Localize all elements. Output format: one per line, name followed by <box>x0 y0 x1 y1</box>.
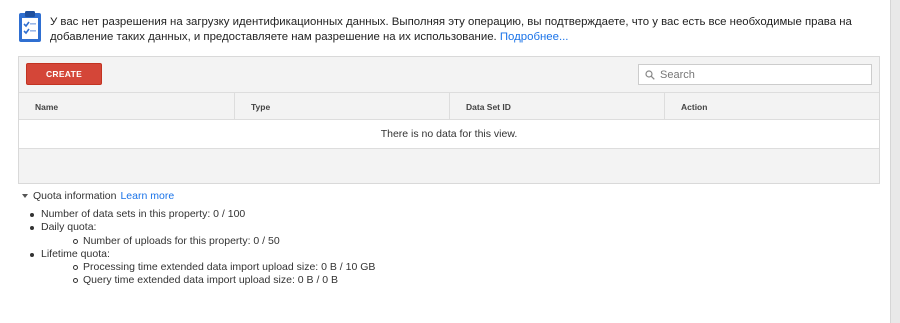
quota-header[interactable]: Quota information Learn more <box>22 189 174 203</box>
uploads-count: Number of uploads for this property: 0 /… <box>83 234 280 247</box>
create-button[interactable]: CREATE <box>26 63 102 85</box>
list-item: Number of data sets in this property: 0 … <box>30 208 375 221</box>
caret-down-icon[interactable] <box>22 194 28 198</box>
permission-notice: У вас нет разрешения на загрузку идентиф… <box>18 10 883 50</box>
clipboard-check-icon <box>19 11 41 42</box>
daily-quota-list: Number of uploads for this property: 0 /… <box>41 235 375 248</box>
table-empty-row: There is no data for this view. <box>19 119 879 149</box>
query-time-size: Query time extended data import upload s… <box>83 274 339 287</box>
quota-datasets-count: Number of data sets in this property: 0 … <box>41 208 246 220</box>
learn-more-link[interactable]: Learn more <box>120 190 174 202</box>
lifetime-quota-label: Lifetime quota: <box>41 247 110 260</box>
column-header-action: Action <box>681 101 708 112</box>
search-box[interactable] <box>638 64 872 85</box>
processing-time-size: Processing time extended data import upl… <box>83 261 376 274</box>
quota-title: Quota information <box>33 190 117 202</box>
datasets-table-panel: CREATE Name Type Data Set ID Action Ther… <box>18 56 880 184</box>
notice-more-link[interactable]: Подробнее... <box>500 31 569 43</box>
table-header: Name Type Data Set ID Action <box>19 92 879 120</box>
notice-message: У вас нет разрешения на загрузку идентиф… <box>50 16 852 43</box>
list-item: Processing time extended data import upl… <box>73 261 375 274</box>
quota-section: Quota information Learn more <box>22 189 174 203</box>
search-icon <box>645 69 655 80</box>
quota-list: Number of data sets in this property: 0 … <box>30 208 375 288</box>
list-item: Lifetime quota: Processing time extended… <box>30 248 375 288</box>
column-header-type[interactable]: Type <box>235 93 450 120</box>
notice-text: У вас нет разрешения на загрузку идентиф… <box>50 10 883 45</box>
search-input[interactable] <box>660 68 860 81</box>
column-header-name[interactable]: Name <box>19 93 235 120</box>
list-item: Query time extended data import upload s… <box>73 274 375 287</box>
daily-quota-label: Daily quota: <box>41 221 97 234</box>
column-header-data-set-id[interactable]: Data Set ID <box>450 93 665 120</box>
empty-message: There is no data for this view. <box>380 128 518 140</box>
list-item: Number of uploads for this property: 0 /… <box>73 235 375 248</box>
list-item: Daily quota: Number of uploads for this … <box>30 221 375 248</box>
window-edge <box>890 0 900 323</box>
page: У вас нет разрешения на загрузку идентиф… <box>0 0 900 323</box>
table-toolbar: CREATE <box>19 57 879 93</box>
lifetime-quota-list: Processing time extended data import upl… <box>41 261 375 288</box>
